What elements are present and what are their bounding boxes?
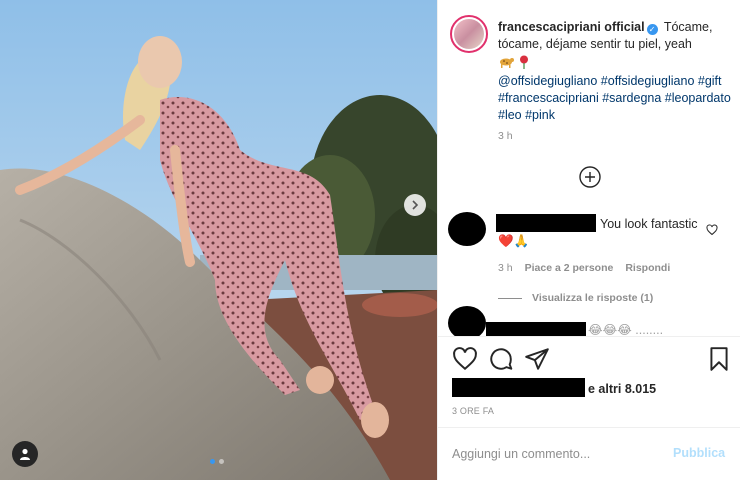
post-caption: francescacipriani official ✓ Tócame, tóca… — [498, 19, 732, 124]
likes-count-text: e altri 8.015 — [588, 382, 657, 396]
carousel-next-button[interactable] — [404, 194, 426, 216]
verified-badge-icon: ✓ — [646, 24, 658, 35]
post-timestamp: 3 ORE FA — [452, 406, 495, 416]
comment-reply-button[interactable]: Rispondi — [625, 262, 670, 274]
carousel-dot — [219, 459, 224, 464]
tagged-users-button[interactable] — [12, 441, 38, 467]
comment-meta: 3 h Piace a 2 persone Rispondi — [498, 262, 670, 274]
load-more-comments-icon[interactable] — [578, 165, 602, 189]
comment-item: 😂😂😂 ........ — [438, 306, 740, 336]
actions-divider — [438, 336, 740, 337]
comment-likes-count[interactable]: Piace a 2 persone — [525, 262, 614, 274]
comment-time: 3 h — [498, 262, 513, 274]
comment-bubble-icon[interactable] — [488, 346, 514, 372]
carousel-dot-active — [210, 459, 215, 464]
rose-emoji-icon — [520, 55, 528, 69]
comment-like-heart-icon[interactable] — [706, 224, 718, 236]
user-icon — [20, 448, 30, 460]
view-replies-button[interactable]: Visualizza le risposte (1) — [498, 292, 653, 304]
share-send-icon[interactable] — [524, 346, 550, 372]
liker-username-redacted — [452, 378, 585, 397]
photo-scene — [0, 0, 437, 480]
commenter-avatar-redacted[interactable] — [448, 306, 486, 336]
publish-comment-button[interactable]: Pubblica — [673, 446, 725, 460]
comments-scroll-area[interactable]: francescacipriani official ✓ Tócame, tóca… — [438, 0, 740, 336]
commenter-avatar-redacted[interactable] — [448, 212, 486, 246]
post-side-panel: francescacipriani official ✓ Tócame, tóca… — [437, 0, 740, 480]
like-heart-icon[interactable] — [452, 346, 478, 372]
author-username[interactable]: francescacipriani official — [498, 20, 645, 34]
commenter-username-redacted — [496, 214, 596, 232]
comment-text-line1: You look fantastic — [600, 217, 698, 231]
commenter-username-redacted — [486, 322, 586, 336]
carousel-indicators — [210, 459, 224, 464]
post-photo[interactable] — [0, 0, 437, 480]
chevron-right-icon — [412, 200, 419, 210]
leopard-emoji-icon — [500, 58, 514, 68]
caption-timestamp: 3 h — [498, 130, 513, 142]
post-actions-bar — [452, 346, 732, 372]
caption-emojis — [498, 53, 732, 71]
comment-text-partial: 😂😂😂 ........ — [588, 323, 664, 336]
add-comment-bar: Pubblica — [438, 427, 740, 480]
comment-item: You look fantastic ❤️🙏 3 h Piace a 2 per… — [438, 210, 740, 304]
caption-hashtags[interactable]: @offsidegiugliano #offsidegiugliano #gif… — [498, 73, 732, 124]
add-comment-input[interactable] — [452, 443, 652, 465]
likes-summary[interactable]: e altri 8.015 — [452, 378, 656, 398]
author-avatar[interactable] — [450, 15, 488, 53]
save-bookmark-icon[interactable] — [706, 346, 732, 372]
comment-emojis: ❤️🙏 — [498, 234, 530, 248]
